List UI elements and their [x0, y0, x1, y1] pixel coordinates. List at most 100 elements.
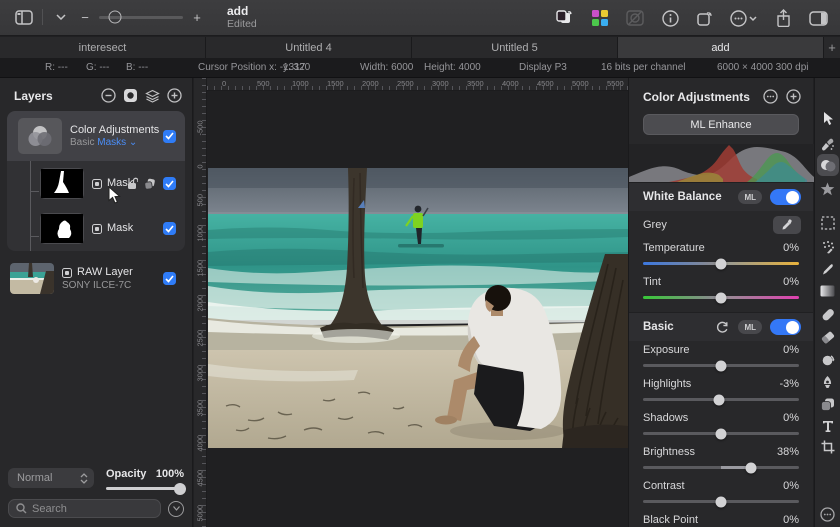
tool-gradient[interactable] — [817, 280, 839, 302]
tab-untitled-5[interactable]: Untitled 5 — [412, 37, 618, 58]
tool-repair[interactable] — [817, 133, 839, 155]
shadows-slider[interactable] — [643, 428, 799, 439]
blend-mode-select[interactable]: Normal — [8, 468, 94, 488]
add-adjustment-icon[interactable] — [786, 89, 801, 104]
mask-visibility-checkbox[interactable] — [163, 177, 176, 190]
white-balance-label: White Balance — [643, 191, 722, 203]
masks-dropdown-link[interactable]: Masks ⌄ — [97, 137, 137, 148]
tool-marquee[interactable] — [817, 212, 839, 234]
raw-layer-camera: SONY ILCE-7C — [62, 279, 132, 291]
basic-toggle[interactable] — [770, 319, 801, 335]
document-status: Edited — [227, 18, 257, 31]
layers-panel-title: Layers — [14, 88, 53, 103]
merge-layers-icon[interactable] — [145, 89, 160, 103]
tab-untitled-4[interactable]: Untitled 4 — [206, 37, 412, 58]
opacity-slider-knob[interactable] — [174, 482, 186, 495]
zoom-in-button[interactable]: + — [191, 10, 203, 25]
tint-slider[interactable] — [643, 292, 799, 303]
color-adjustments-thumbnail[interactable] — [18, 118, 62, 154]
tool-color-adjustments[interactable] — [816, 154, 839, 176]
basic-ml-badge[interactable]: ML — [738, 320, 762, 334]
tool-type[interactable] — [817, 415, 839, 437]
sidebar-left-toggle-icon[interactable] — [14, 7, 34, 27]
tab-interesect[interactable]: interesect — [0, 37, 206, 58]
v-ruler-label: 500 — [195, 193, 205, 207]
shadows-handle[interactable] — [715, 428, 727, 439]
sidebar-right-toggle-icon[interactable] — [808, 8, 828, 28]
zoom-slider-knob[interactable] — [108, 10, 122, 24]
linked-layers-icon[interactable] — [144, 178, 156, 190]
shadows-slider-row: Shadows 0% — [629, 409, 813, 443]
v-ruler-label: 2000 — [195, 294, 205, 312]
document-title-block: add Edited — [227, 4, 257, 31]
raw-visibility-checkbox[interactable] — [163, 272, 176, 285]
info-icon[interactable] — [660, 8, 680, 28]
tool-move[interactable] — [817, 107, 839, 129]
new-tab-button[interactable]: + — [824, 37, 840, 58]
temperature-handle[interactable] — [715, 258, 727, 269]
zoom-slider[interactable] — [99, 10, 183, 24]
tool-effects[interactable] — [817, 178, 839, 200]
layer-visibility-checkbox[interactable] — [163, 129, 176, 143]
canvas-area[interactable]: 0 500 1000 1500 2000 2500 3000 3500 4000… — [194, 78, 628, 527]
temperature-slider[interactable] — [643, 258, 799, 269]
swatches-icon[interactable] — [590, 8, 610, 28]
exposure-slider[interactable] — [643, 360, 799, 371]
v-ruler-label: 1000 — [195, 224, 205, 242]
layers-search-field[interactable] — [8, 499, 161, 518]
raw-layer-thumbnail[interactable] — [10, 263, 54, 294]
highlights-slider[interactable] — [643, 394, 799, 405]
tool-crop[interactable] — [817, 436, 839, 458]
adjustments-title: Color Adjustments — [643, 89, 750, 104]
zoom-out-button[interactable]: − — [79, 10, 91, 25]
exposure-handle[interactable] — [715, 360, 727, 371]
h-ruler-label: 500 — [257, 79, 270, 88]
add-layer-icon[interactable] — [167, 88, 182, 103]
grey-eyedropper-button[interactable] — [773, 216, 801, 234]
white-balance-ml-badge[interactable]: ML — [738, 190, 762, 204]
mask-badge-icon — [92, 223, 102, 234]
basic-reset-icon[interactable] — [716, 321, 729, 334]
layer-row-raw[interactable]: RAW Layer SONY ILCE-7C — [7, 259, 185, 298]
add-mask-icon[interactable] — [123, 88, 138, 103]
layer-subtitle: Basic Masks ⌄ — [70, 137, 159, 148]
more-menu-icon[interactable] — [730, 8, 758, 28]
layer-row-mask-1[interactable]: Mask — [7, 161, 185, 206]
tool-paint[interactable] — [817, 258, 839, 280]
opacity-slider[interactable] — [106, 482, 186, 495]
tool-clone[interactable] — [817, 349, 839, 371]
search-input[interactable] — [32, 502, 153, 515]
contrast-slider[interactable] — [643, 496, 799, 507]
highlights-handle[interactable] — [713, 394, 725, 405]
remove-layer-icon[interactable] — [101, 88, 116, 103]
photo-canvas[interactable] — [208, 168, 628, 448]
ml-enhance-button[interactable]: ML Enhance — [643, 114, 799, 135]
tool-quick-select[interactable] — [817, 236, 839, 258]
layer-row-color-adjustments[interactable]: Color Adjustments Basic Masks ⌄ — [7, 111, 185, 161]
contrast-handle[interactable] — [715, 496, 727, 507]
white-balance-toggle[interactable] — [770, 189, 801, 205]
mask-1-thumbnail[interactable] — [40, 168, 84, 199]
tool-more[interactable] — [817, 503, 839, 525]
canvas-size-icon[interactable] — [695, 8, 715, 28]
brightness-handle[interactable] — [745, 462, 757, 473]
beach-photo — [208, 168, 628, 448]
layers-filter-button[interactable] — [168, 500, 184, 517]
layer-row-mask-2[interactable]: Mask — [7, 206, 185, 251]
unlock-icon[interactable] — [127, 177, 138, 190]
share-icon[interactable] — [773, 8, 793, 28]
tab-add[interactable]: add — [618, 37, 824, 58]
mask-2-thumbnail[interactable] — [40, 213, 84, 244]
tool-pencil[interactable] — [817, 304, 839, 326]
mask-visibility-checkbox[interactable] — [163, 222, 176, 235]
shadows-label: Shadows — [643, 412, 689, 424]
chevron-down-icon[interactable] — [51, 7, 71, 27]
tint-handle[interactable] — [715, 292, 727, 303]
brightness-slider[interactable] — [643, 462, 799, 473]
h-ruler-label: 2500 — [397, 79, 414, 88]
tool-erase[interactable] — [817, 326, 839, 348]
adjustments-more-icon[interactable] — [763, 89, 778, 104]
copy-style-icon[interactable] — [555, 8, 575, 28]
tool-shapes[interactable] — [817, 393, 839, 415]
tool-pen[interactable] — [817, 371, 839, 393]
